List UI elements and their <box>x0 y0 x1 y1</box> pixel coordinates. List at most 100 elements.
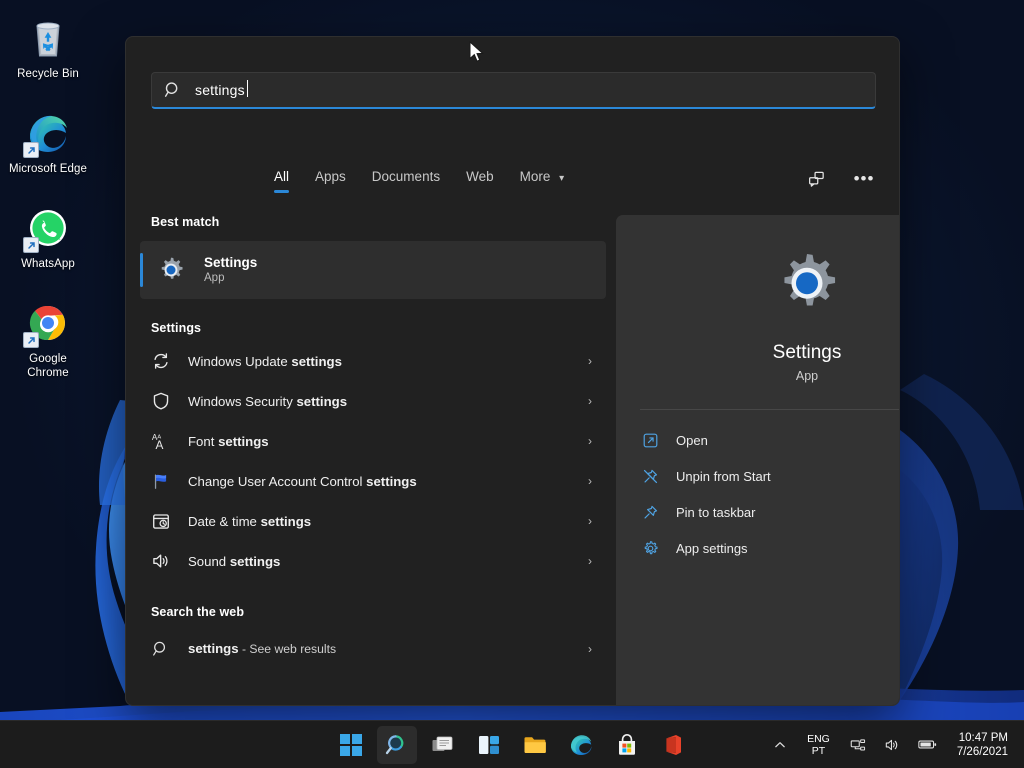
taskbar-microsoft-store-button[interactable] <box>607 726 647 764</box>
best-match-text: Settings App <box>204 254 257 286</box>
shortcut-arrow-icon <box>23 332 39 348</box>
language-indicator[interactable]: ENG PT <box>801 731 836 759</box>
tab-documents[interactable]: Documents <box>372 169 440 193</box>
language-primary: ENG <box>807 732 830 745</box>
chevron-right-icon: › <box>588 354 592 368</box>
mouse-cursor <box>469 40 485 65</box>
desktop-icon-label: Google Chrome <box>27 353 69 379</box>
search-filter-tabs: All Apps Documents Web More ▾ <box>274 169 564 193</box>
shortcut-arrow-icon <box>23 142 39 158</box>
list-item-label: Font settings <box>188 433 269 449</box>
list-item-label: Date & time settings <box>188 513 312 529</box>
taskbar-office-button[interactable] <box>653 726 693 764</box>
action-open[interactable]: Open <box>628 424 899 456</box>
pin-icon <box>640 502 660 522</box>
best-match-result-settings[interactable]: Settings App <box>140 241 606 299</box>
search-icon <box>150 638 172 660</box>
action-app-settings[interactable]: App settings <box>628 532 899 564</box>
list-item-windows-update-settings[interactable]: Windows Update settings › <box>140 341 606 381</box>
best-match-subtitle: App <box>204 272 225 284</box>
tab-label: Documents <box>371 169 441 184</box>
chevron-right-icon: › <box>588 474 592 488</box>
list-item-font-settings[interactable]: A A A Font settings › <box>140 421 606 461</box>
preview-title: Settings <box>772 342 842 363</box>
desktop-icon-label: WhatsApp <box>21 258 75 270</box>
battery-icon[interactable] <box>914 734 941 755</box>
microsoft-store-icon <box>614 732 640 758</box>
widgets-icon <box>476 732 502 758</box>
taskbar-task-view-button[interactable] <box>423 726 463 764</box>
unpin-icon <box>640 466 660 486</box>
list-item-sound-settings[interactable]: Sound settings › <box>140 541 606 581</box>
search-input-value: settings <box>195 80 248 98</box>
preview-divider <box>640 409 899 410</box>
font-aa-icon: A A A <box>150 430 172 452</box>
taskbar-widgets-button[interactable] <box>469 726 509 764</box>
svg-text:A: A <box>156 438 164 451</box>
volume-icon[interactable] <box>880 733 904 757</box>
preview-hero: Settings App <box>616 215 899 383</box>
chevron-right-icon: › <box>588 642 592 656</box>
list-item-windows-security-settings[interactable]: Windows Security settings › <box>140 381 606 421</box>
list-item-date-time-settings[interactable]: Date & time settings › <box>140 501 606 541</box>
tab-all[interactable]: All <box>274 169 290 193</box>
clock[interactable]: 10:47 PM 7/26/2021 <box>951 729 1016 761</box>
tab-more[interactable]: More ▾ <box>520 169 565 193</box>
tab-apps[interactable]: Apps <box>315 169 346 193</box>
action-label: Open <box>676 432 708 448</box>
search-panel: settings All Apps Documents Web More ▾ •… <box>125 36 900 706</box>
taskbar-start-button[interactable] <box>331 726 371 764</box>
settings-gear-icon <box>156 255 186 285</box>
section-header-settings: Settings <box>151 321 202 335</box>
windows-start-icon <box>338 732 364 758</box>
tab-label: More <box>519 169 551 184</box>
task-view-icon <box>430 732 456 758</box>
chevron-down-icon: ▾ <box>559 173 565 184</box>
section-header-best-match: Best match <box>151 215 220 229</box>
desktop-icon-list: Recycle Bin Microsoft Edge WhatsApp Goog… <box>0 8 96 402</box>
action-unpin-from-start[interactable]: Unpin from Start <box>628 460 899 492</box>
feedback-icon[interactable] <box>801 165 831 193</box>
desktop-icon-google-chrome[interactable]: Google Chrome <box>6 293 90 388</box>
action-pin-to-taskbar[interactable]: Pin to taskbar <box>628 496 899 528</box>
list-item-label: settings - See web results <box>188 641 337 656</box>
whatsapp-icon <box>23 204 72 253</box>
desktop-icon-recycle-bin[interactable]: Recycle Bin <box>6 8 90 89</box>
section-header-search-the-web: Search the web <box>151 605 245 619</box>
more-options-label: ••• <box>853 169 875 188</box>
chevron-up-icon[interactable] <box>769 734 791 756</box>
app-preview-pane: Settings App Open Unpin from Start Pin t… <box>616 215 899 705</box>
sound-speaker-icon <box>150 550 172 572</box>
shortcut-arrow-icon <box>23 237 39 253</box>
action-label: App settings <box>676 540 748 556</box>
search-icon <box>164 81 182 99</box>
more-options-icon[interactable]: ••• <box>849 165 879 193</box>
search-input[interactable]: settings <box>151 72 876 109</box>
search-panel-tools: ••• <box>801 165 879 193</box>
shield-icon <box>150 390 172 412</box>
tab-label: All <box>274 169 290 184</box>
recycle-bin-icon <box>24 14 72 62</box>
microsoft-edge-icon <box>23 109 72 158</box>
clock-date: 7/26/2021 <box>956 745 1008 758</box>
taskbar: ENG PT 10:47 PM 7/26/2021 <box>0 720 1024 768</box>
taskbar-search-button[interactable] <box>377 725 417 764</box>
search-icon <box>384 732 410 758</box>
desktop-icon-whatsapp[interactable]: WhatsApp <box>6 198 90 279</box>
list-item-change-user-account-control-settings[interactable]: Change User Account Control settings › <box>140 461 606 501</box>
network-icon[interactable] <box>846 733 870 757</box>
list-item-label: Windows Security settings <box>188 393 348 409</box>
tab-web[interactable]: Web <box>466 169 494 193</box>
action-label: Unpin from Start <box>676 468 771 484</box>
taskbar-file-explorer-button[interactable] <box>515 726 555 764</box>
desktop-icon-label: Recycle Bin <box>17 68 79 80</box>
action-label: Pin to taskbar <box>676 504 756 520</box>
list-item-see-web-results[interactable]: settings - See web results › <box>140 629 606 669</box>
google-chrome-icon <box>23 299 72 348</box>
chevron-right-icon: › <box>588 514 592 528</box>
taskbar-microsoft-edge-button[interactable] <box>561 726 601 764</box>
best-match-title: Settings <box>204 255 258 270</box>
clock-time: 10:47 PM <box>958 731 1008 744</box>
desktop-icon-microsoft-edge[interactable]: Microsoft Edge <box>6 103 90 184</box>
chevron-right-icon: › <box>588 554 592 568</box>
